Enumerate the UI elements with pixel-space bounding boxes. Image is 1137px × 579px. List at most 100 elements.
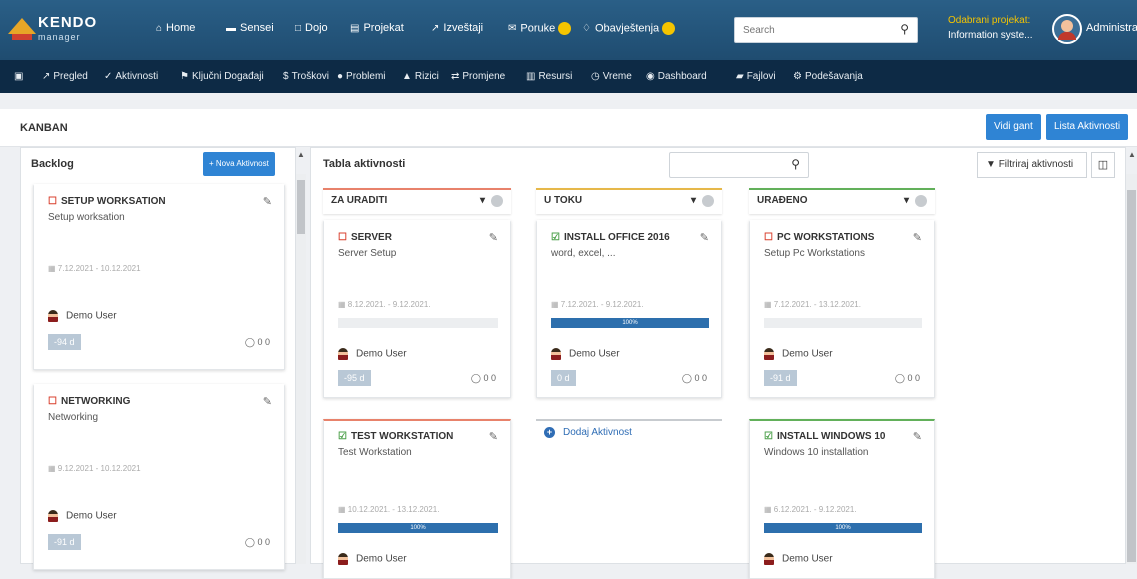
- card-description: Windows 10 installation: [764, 447, 869, 458]
- filter-label: Filtriraj aktivnosti: [998, 159, 1074, 170]
- column-name: ZA URADITI: [331, 195, 388, 206]
- subnav-aktivnosti[interactable]: ✓ Aktivnosti: [104, 71, 158, 82]
- scroll-up-icon[interactable]: ▲: [297, 150, 305, 159]
- search-icon[interactable]: ⚲: [900, 22, 909, 36]
- backlog-card[interactable]: ☐ NETWORKING ✎ Networking ▦ 9.12.2021 - 1…: [33, 384, 285, 570]
- subnav-label: Problemi: [346, 71, 386, 82]
- card-user: Demo User: [338, 553, 407, 565]
- nav-dojo[interactable]: □ Dojo: [295, 22, 328, 34]
- kendo-logo[interactable]: KENDO manager: [6, 10, 106, 48]
- subnav-podesavanja[interactable]: ⚙ Podešavanja: [793, 71, 863, 82]
- card-meta: ◯ 0 0: [895, 373, 920, 384]
- user-name[interactable]: Administrat: [1086, 22, 1137, 34]
- kanban-card[interactable]: ☑ INSTALL OFFICE 2016 ✎ word, excel, ... …: [536, 220, 722, 398]
- subnav-vreme[interactable]: ◷ Vreme: [591, 71, 632, 82]
- card-title: ☐ NETWORKING: [48, 396, 130, 407]
- edit-icon[interactable]: ✎: [913, 231, 922, 244]
- nav-sensei[interactable]: ▬ Sensei: [226, 22, 274, 34]
- column-u-toku[interactable]: U TOKU ▾: [536, 188, 722, 214]
- subnav-troskovi[interactable]: $ Troškovi: [283, 71, 329, 82]
- days-badge: -91 d: [764, 370, 797, 386]
- edit-icon[interactable]: ✎: [700, 231, 709, 244]
- checked-icon: ☑: [764, 431, 773, 442]
- columns-icon: ◫: [1097, 159, 1109, 171]
- card-user-name: Demo User: [569, 348, 620, 360]
- subnav-label: Rizici: [414, 71, 439, 82]
- nav-home[interactable]: ⌂ Home: [156, 22, 195, 34]
- briefcase-icon: ▬: [226, 23, 236, 34]
- user-avatar-icon: [764, 553, 774, 565]
- edit-icon[interactable]: ✎: [263, 395, 272, 408]
- card-description: Setup worksation: [48, 212, 125, 223]
- scroll-up-icon[interactable]: ▲: [1128, 150, 1136, 159]
- card-title: ☑ INSTALL OFFICE 2016: [551, 232, 670, 243]
- subnav-rizici[interactable]: ▲ Rizici: [402, 71, 439, 82]
- backlog-title: Backlog: [31, 158, 74, 170]
- board-search-input[interactable]: [670, 153, 780, 177]
- card-user-name: Demo User: [782, 348, 833, 360]
- card-meta-text: 0 0: [694, 373, 707, 383]
- subnav-kljucni-dogadjaji[interactable]: ⚑ Ključni Događaji: [180, 71, 264, 82]
- edit-icon[interactable]: ✎: [489, 231, 498, 244]
- unchecked-icon: ☐: [764, 232, 773, 243]
- column-za-uraditi[interactable]: ZA URADITI ▾: [323, 188, 511, 214]
- unchecked-icon: ☐: [338, 232, 347, 243]
- card-description: Test Workstation: [338, 447, 412, 458]
- add-activity-button[interactable]: + Dodaj Aktivnost: [536, 419, 722, 445]
- scroll-thumb[interactable]: [1127, 190, 1136, 562]
- search-icon[interactable]: ⚲: [791, 157, 800, 171]
- avatar-body-icon: [1058, 32, 1076, 40]
- edit-icon[interactable]: ✎: [913, 430, 922, 443]
- card-meta: ◯ 0 0: [471, 373, 496, 384]
- kanban-card[interactable]: ☑ INSTALL WINDOWS 10 ✎ Windows 10 install…: [749, 419, 935, 579]
- subnav-fajlovi[interactable]: ▰ Fajlovi: [736, 71, 776, 82]
- activity-list-button[interactable]: Lista Aktivnosti: [1046, 114, 1129, 140]
- subnav-problemi[interactable]: ● Problemi: [337, 71, 386, 82]
- subnav-pregled[interactable]: ↗ Pregled: [42, 71, 88, 82]
- backlog-card[interactable]: ☐ SETUP WORKSATION ✎ Setup worksation ▦ 7…: [33, 184, 285, 370]
- filter-activities-button[interactable]: ▼ Filtriraj aktivnosti: [977, 152, 1087, 178]
- scroll-thumb[interactable]: [297, 180, 305, 234]
- comment-icon: ◯: [894, 373, 905, 383]
- nav-izvestaji[interactable]: ↗ Izveštaji: [431, 22, 483, 34]
- edit-icon[interactable]: ✎: [263, 195, 272, 208]
- subnav-toggle[interactable]: ▣: [14, 71, 23, 82]
- card-user: Demo User: [764, 553, 833, 565]
- alert-icon: ●: [337, 71, 344, 82]
- subnav-promjene[interactable]: ⇄ Promjene: [451, 71, 505, 82]
- progress-fill: 100%: [338, 523, 498, 533]
- subnav-label: Vreme: [602, 71, 632, 82]
- subnav-dashboard[interactable]: ◉ Dashboard: [646, 71, 707, 82]
- chevron-down-icon[interactable]: ▾: [691, 190, 696, 212]
- backlog-scrollbar[interactable]: ▲: [296, 150, 306, 564]
- selected-project[interactable]: Odabrani projekat: Information syste...: [948, 13, 1032, 43]
- nav-obavjestenja[interactable]: ♢ Obavještenja: [582, 22, 676, 35]
- board-title: Tabla aktivnosti: [323, 158, 406, 170]
- page-title: KANBAN: [20, 122, 68, 134]
- kanban-card[interactable]: ☐ SERVER ✎ Server Setup ▦ 8.12.2021. - 9.…: [323, 220, 511, 398]
- user-avatar[interactable]: [1052, 14, 1082, 44]
- search-input[interactable]: [735, 18, 885, 42]
- nav-poruke[interactable]: ✉ Poruke: [508, 22, 572, 35]
- subnav-resursi[interactable]: ▥ Resursi: [526, 71, 572, 82]
- calendar-icon: ▦: [338, 300, 346, 309]
- new-activity-button[interactable]: + Nova Aktivnost: [203, 152, 275, 176]
- nav-projekat[interactable]: ▤ Projekat: [350, 22, 404, 34]
- kanban-card[interactable]: ☐ PC WORKSTATIONS ✎ Setup Pc Workstations…: [749, 220, 935, 398]
- card-meta-text: 0 0: [257, 337, 270, 347]
- column-uradjeno[interactable]: URAĐENO ▾: [749, 188, 935, 214]
- chevron-down-icon[interactable]: ▾: [480, 190, 485, 212]
- chevron-down-icon[interactable]: ▾: [904, 190, 909, 212]
- logo-base-icon: [12, 34, 32, 40]
- days-badge: -91 d: [48, 534, 81, 550]
- card-title: ☐ PC WORKSTATIONS: [764, 232, 874, 243]
- board-scrollbar[interactable]: ▲: [1126, 150, 1137, 564]
- columns-toggle-button[interactable]: ◫: [1091, 152, 1115, 178]
- logo-hut-icon: [8, 18, 36, 34]
- card-description: Setup Pc Workstations: [764, 248, 865, 259]
- gantt-button[interactable]: Vidi gant: [986, 114, 1041, 140]
- kanban-card[interactable]: ☑ TEST WORKSTATION ✎ Test Workstation ▦ 1…: [323, 419, 511, 579]
- warning-icon: ▲: [402, 71, 412, 82]
- card-date-text: 7.12.2021 - 10.12.2021: [57, 264, 141, 273]
- edit-icon[interactable]: ✎: [489, 430, 498, 443]
